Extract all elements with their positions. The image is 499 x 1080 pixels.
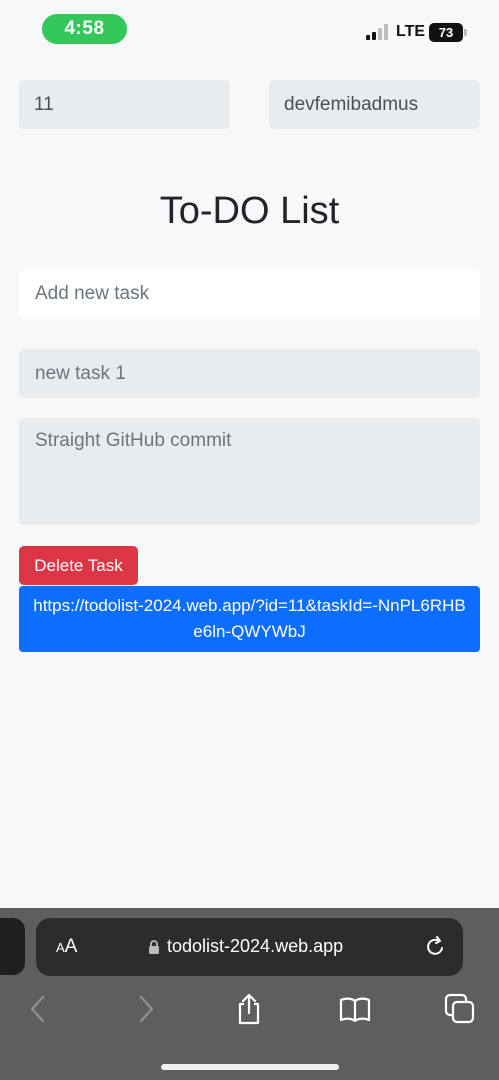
forward-icon[interactable]	[128, 992, 162, 1026]
task-description-textarea[interactable]: Straight GitHub commit	[19, 418, 480, 525]
aa-small-label: A	[56, 940, 65, 955]
tabs-icon[interactable]	[443, 992, 477, 1026]
add-task-input[interactable]: Add new task	[19, 269, 480, 319]
url-text: todolist-2024.web.app	[167, 936, 344, 956]
delete-task-button[interactable]: Delete Task	[19, 546, 138, 585]
cellular-signal-icon	[366, 24, 388, 40]
battery-icon: 73	[429, 23, 467, 42]
status-bar: 4:58 LTE 73	[0, 0, 499, 60]
lock-icon	[149, 940, 159, 954]
status-time: 4:58	[42, 14, 127, 44]
share-icon[interactable]	[232, 992, 266, 1026]
back-icon[interactable]	[22, 992, 56, 1026]
home-indicator	[161, 1064, 339, 1070]
network-type: LTE	[396, 23, 426, 40]
page-title: To-DO List	[159, 190, 340, 232]
aa-large-label: A	[64, 936, 78, 957]
reader-text-size-button[interactable]: AA	[56, 936, 77, 958]
battery-tip	[464, 29, 467, 36]
task-name-input[interactable]: new task 1	[19, 349, 480, 398]
bookmarks-icon[interactable]	[338, 992, 372, 1026]
battery-level: 73	[429, 23, 463, 42]
list-id-field[interactable]: 11	[19, 80, 230, 129]
reload-icon[interactable]	[424, 935, 446, 959]
address-bar[interactable]: AA todolist-2024.web.app	[36, 918, 463, 976]
browser-toolbar: AA todolist-2024.web.app	[0, 908, 499, 1080]
task-share-link[interactable]: https://todolist-2024.web.app/?id=11&tas…	[19, 586, 480, 652]
username-field[interactable]: devfemibadmus	[269, 80, 480, 129]
previous-tab-preview[interactable]	[0, 918, 25, 975]
